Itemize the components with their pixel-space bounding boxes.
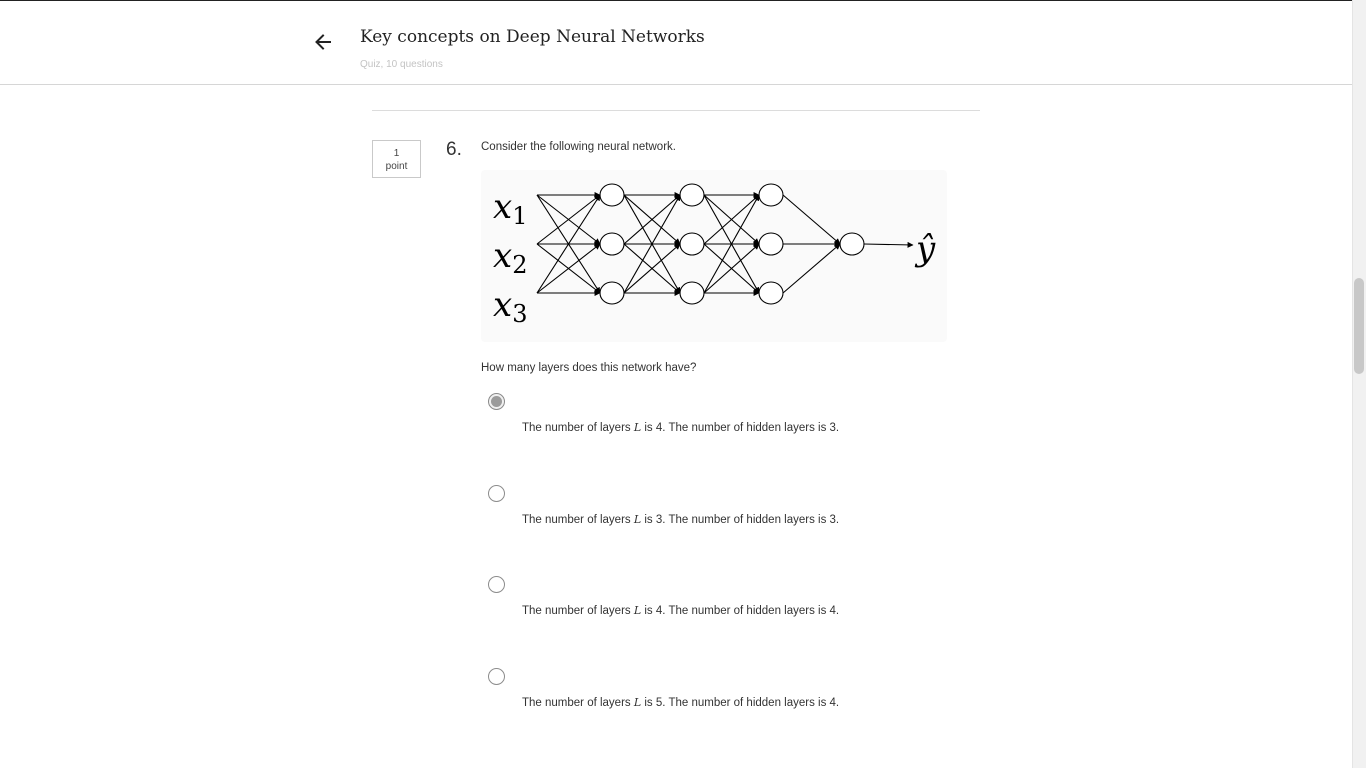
scrollbar-track[interactable] [1352, 0, 1366, 768]
quiz-meta: Quiz, 10 questions [360, 59, 443, 70]
output-arrow [863, 241, 914, 248]
output-node [839, 232, 865, 256]
input-label: x1 [493, 187, 527, 230]
page-title: Key concepts on Deep Neural Networks [360, 27, 705, 47]
radio-button-option-4[interactable] [488, 668, 505, 685]
neural-network-svg: x1 x2 x3 ŷ [493, 183, 936, 328]
points-value: 1 [393, 148, 400, 159]
option-text-3: The number of layers L is 4. The number … [522, 604, 840, 617]
hidden-node [599, 281, 625, 305]
question-prompt: Consider the following neural network. [481, 141, 676, 153]
input-label: x2 [493, 236, 527, 279]
question-number: 6. [446, 139, 462, 160]
radio-button-option-2[interactable] [488, 485, 505, 502]
scrollbar-thumb[interactable] [1354, 278, 1364, 374]
hidden-node [599, 183, 625, 207]
radio-button-option-3[interactable] [488, 576, 505, 593]
back-button[interactable] [308, 27, 338, 57]
answer-option-2[interactable]: The number of layers L is 3. The number … [486, 485, 966, 535]
hidden-node [679, 183, 705, 207]
answer-option-3[interactable]: The number of layers L is 4. The number … [486, 576, 966, 626]
option-text-4: The number of layers L is 5. The number … [522, 696, 840, 709]
input-label: x3 [493, 285, 527, 328]
arrow-left-icon [315, 34, 331, 50]
answer-option-1[interactable]: The number of layers L is 4. The number … [486, 393, 966, 443]
output-label: ŷ [914, 229, 936, 269]
option-text-1: The number of layers L is 4. The number … [522, 421, 840, 434]
neural-network-diagram: x1 x2 x3 ŷ [481, 170, 947, 342]
answer-option-4[interactable]: The number of layers L is 5. The number … [486, 668, 966, 718]
question-divider [372, 110, 980, 111]
hidden-node [758, 281, 784, 305]
points-badge: 1 point [372, 140, 421, 178]
option-text-2: The number of layers L is 3. The number … [522, 513, 840, 526]
hidden-node [758, 183, 784, 207]
hidden-node [679, 281, 705, 305]
edge [782, 194, 841, 245]
hidden-node [758, 232, 784, 256]
quiz-header: Key concepts on Deep Neural Networks Qui… [0, 1, 1352, 85]
hidden-node [679, 232, 705, 256]
hidden-node [599, 232, 625, 256]
radio-button-option-1[interactable] [488, 393, 505, 410]
edge [782, 243, 841, 294]
question-subprompt: How many layers does this network have? [481, 362, 697, 374]
points-label: point [385, 161, 408, 172]
